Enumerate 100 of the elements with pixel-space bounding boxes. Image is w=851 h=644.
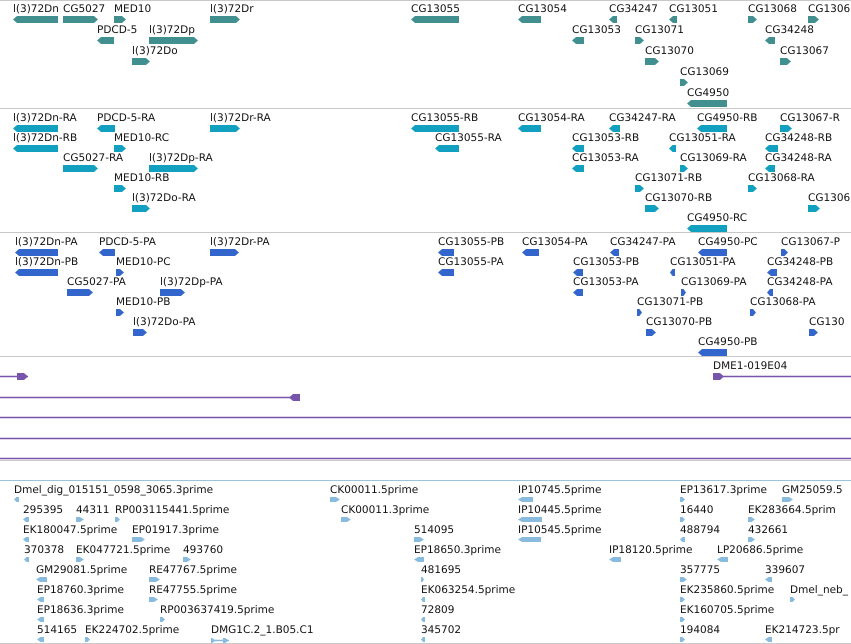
feature-label: CG34248-PB bbox=[767, 256, 834, 268]
feature-label: CG13071-PB bbox=[637, 296, 704, 308]
feature-label: 481695 bbox=[421, 564, 462, 576]
feature-label: 295395 bbox=[23, 504, 64, 516]
feature-label: 44311 bbox=[76, 504, 110, 516]
feature-label: CG13067-R bbox=[780, 112, 840, 124]
feature-label: l(3)72Dn bbox=[13, 3, 59, 15]
feature-label: PDCD-5-PA bbox=[99, 236, 156, 248]
feature-label: CG13069-PA bbox=[681, 276, 747, 288]
feature-label: RE47767.5prime bbox=[149, 564, 237, 576]
feature-label: CG13068-PA bbox=[750, 296, 816, 308]
feature-label: IP10545.5prime bbox=[518, 524, 602, 536]
feature-label: CG13054-PA bbox=[522, 236, 588, 248]
feature-label: CK00011.3prime bbox=[341, 504, 430, 516]
feature-label: l(3)72Dn-PB bbox=[15, 256, 78, 268]
feature-label: 514165 bbox=[37, 624, 78, 636]
feature-label: CG13053-RB bbox=[572, 132, 640, 144]
feature-label: CG13067-P bbox=[781, 236, 840, 248]
feature-label: l(3)72Dr-PA bbox=[210, 236, 270, 248]
feature-label: CG13071-RB bbox=[635, 172, 702, 184]
feature-label: CG4950-PC bbox=[698, 236, 758, 248]
feature-label: CG13051-PA bbox=[670, 256, 736, 268]
feature-label: l(3)72Dn-PA bbox=[15, 236, 78, 248]
feature-label: l(3)72Dp-PA bbox=[160, 276, 223, 288]
feature-label: CG34247 bbox=[609, 3, 658, 15]
feature-label: MED10-RB bbox=[114, 172, 170, 184]
feature-label: LP20686.5prime bbox=[717, 544, 804, 556]
feature-label: CG34248 bbox=[765, 24, 814, 36]
feature-label: l(3)72Dr-RA bbox=[210, 112, 271, 124]
feature-label: CG13055-PA bbox=[438, 256, 504, 268]
feature-label: IP10745.5prime bbox=[518, 484, 602, 496]
feature-label: 357775 bbox=[680, 564, 720, 576]
feature-label: CG13053 bbox=[572, 24, 621, 36]
feature-label: DME1-019E04 bbox=[713, 360, 788, 372]
feature-label: 339607 bbox=[765, 564, 806, 576]
feature-label: CG1306 bbox=[808, 192, 850, 204]
feature-label: EP01917.3prime bbox=[132, 524, 219, 536]
feature-label: 514095 bbox=[414, 524, 454, 536]
feature-label: CG13053-PB bbox=[573, 256, 640, 268]
feature-label: IP10445.5prime bbox=[518, 504, 602, 516]
feature-label: EK224702.5prime bbox=[85, 624, 180, 636]
feature-label: EP18636.3prime bbox=[37, 604, 124, 616]
feature-label: CG13053-PA bbox=[573, 276, 639, 288]
feature-label: Dmel_neb_ bbox=[790, 584, 848, 596]
feature-label: CG34248-RA bbox=[765, 152, 832, 164]
feature-label: EK235860.5prime bbox=[680, 584, 774, 596]
feature-label: l(3)72Dp-RA bbox=[149, 152, 213, 164]
feature-label: CG4950-RB bbox=[697, 112, 758, 124]
feature-label: CG5027-RA bbox=[63, 152, 124, 164]
feature-label: CG13070-RB bbox=[645, 192, 712, 204]
feature-label: 488794 bbox=[680, 524, 720, 536]
feature-label: EK180047.5prime bbox=[23, 524, 118, 536]
feature-label: CG4950-RC bbox=[687, 212, 748, 224]
feature-label: EK160705.5prime bbox=[680, 604, 774, 616]
feature-label: PDCD-5 bbox=[97, 24, 138, 36]
feature-label: CG13067 bbox=[780, 45, 829, 57]
feature-label: GM25059.5 bbox=[782, 484, 843, 496]
feature-label: CG13071 bbox=[635, 24, 684, 36]
feature-label: l(3)72Dn-RA bbox=[13, 112, 77, 124]
feature-label: CG13055-RB bbox=[411, 112, 478, 124]
feature-label: CG13055-PB bbox=[438, 236, 504, 248]
feature-label: 493760 bbox=[183, 544, 224, 556]
feature-label: CG34248-RB bbox=[765, 132, 832, 144]
feature-label: 16440 bbox=[680, 504, 714, 516]
feature-label: EP13617.3prime bbox=[680, 484, 767, 496]
feature-label: MED10-PB bbox=[116, 296, 170, 308]
feature-label: l(3)72Do bbox=[132, 45, 178, 57]
feature-label: Dmel_dig_015151_0598_3065.3prime bbox=[14, 484, 214, 496]
feature-label: EK214723.5pr bbox=[765, 624, 840, 636]
feature-label: MED10-PC bbox=[116, 256, 171, 268]
feature-label: EP18760.3prime bbox=[37, 584, 124, 596]
feature-label: CG13068-RA bbox=[748, 172, 815, 184]
feature-label: CG13051-RA bbox=[669, 132, 736, 144]
feature-label: CG13055-RA bbox=[435, 132, 502, 144]
feature-label: CG34248-PA bbox=[767, 276, 833, 288]
feature-label: 72809 bbox=[421, 604, 454, 616]
feature-label: CG13054-RA bbox=[518, 112, 585, 124]
feature-label: 194084 bbox=[680, 624, 720, 636]
feature-label: CG130 bbox=[809, 316, 845, 328]
feature-label: 370378 bbox=[24, 544, 64, 556]
feature-label: l(3)72Do-RA bbox=[132, 192, 196, 204]
feature-label: CG5027 bbox=[63, 3, 106, 15]
feature-label: CG13068 bbox=[748, 3, 797, 15]
feature-label: l(3)72Dr bbox=[210, 3, 254, 15]
feature-label: l(3)72Dp bbox=[149, 24, 195, 36]
feature-label: MED10-RC bbox=[114, 132, 170, 144]
feature-label: DMG1C.2_1.B05.C1 bbox=[211, 624, 314, 636]
feature-label: EK283664.5prim bbox=[748, 504, 836, 516]
feature-label: CG13051 bbox=[669, 3, 718, 15]
feature-label: CG13069-RA bbox=[680, 152, 747, 164]
feature-label: CG34247-RA bbox=[609, 112, 676, 124]
feature-label: CG13070-PB bbox=[646, 316, 712, 328]
feature-label: IP18120.5prime bbox=[609, 544, 692, 556]
feature-label: l(3)72Dn-RB bbox=[13, 132, 78, 144]
feature-label: CG13054 bbox=[518, 3, 567, 15]
feature-label: EK063254.5prime bbox=[421, 584, 516, 596]
feature-label: CG13070 bbox=[645, 45, 694, 57]
feature-label: GM29081.5prime bbox=[36, 564, 128, 576]
feature-label: CK00011.5prime bbox=[330, 484, 418, 496]
feature-label: CG13069 bbox=[680, 66, 729, 78]
